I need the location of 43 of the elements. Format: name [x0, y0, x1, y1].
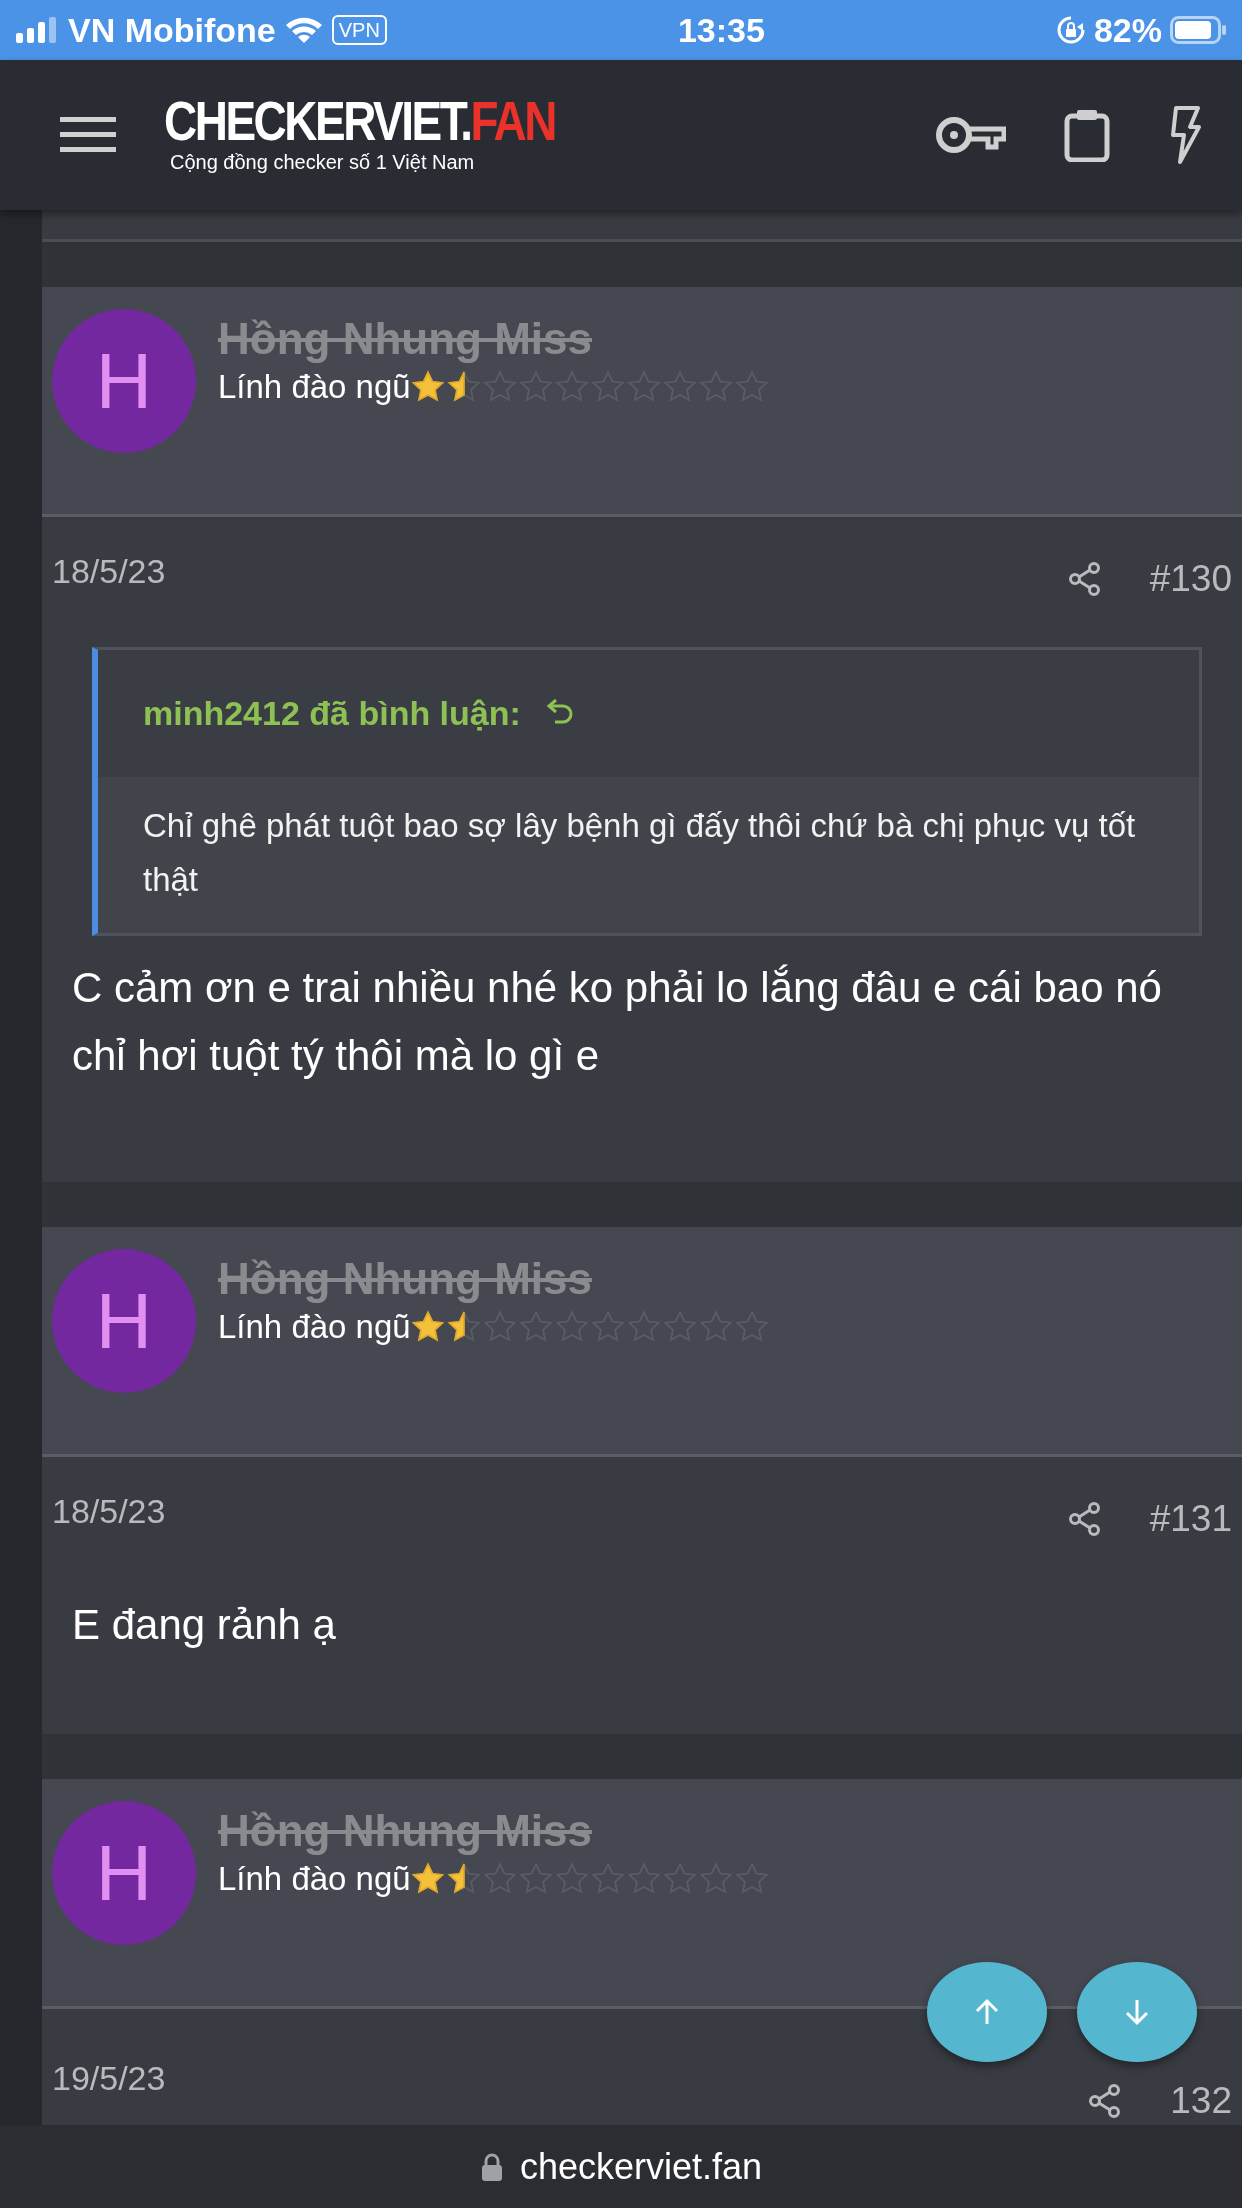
- username[interactable]: Hồng Nhung Miss: [218, 1253, 771, 1306]
- menu-button[interactable]: [60, 115, 116, 155]
- site-logo[interactable]: CHECKERVIET.FAN: [164, 93, 555, 149]
- post-date: 18/5/23: [52, 1491, 166, 1533]
- user-avatar[interactable]: H: [52, 1801, 196, 1945]
- user-rank: Lính đào ngũ: [218, 1306, 411, 1347]
- share-button[interactable]: [1067, 560, 1102, 597]
- quote-author[interactable]: minh2412 đã bình luận:: [143, 687, 521, 739]
- site-tagline: Cộng đồng checker số 1 Việt Nam: [170, 150, 476, 175]
- battery-percent: 82%: [1093, 9, 1162, 51]
- share-icon: [1067, 1500, 1102, 1537]
- vpn-badge: VPN: [331, 15, 387, 45]
- share-button[interactable]: [1067, 1500, 1102, 1537]
- url-address[interactable]: checkerviet.fan: [519, 2139, 763, 2194]
- carrier-name: VN Mobifone: [68, 9, 276, 51]
- share-button[interactable]: [1088, 2082, 1123, 2119]
- register-button[interactable]: [1064, 108, 1110, 162]
- quote-text: Chỉ ghê phát tuột bao sợ lây bệnh gì đấy thôi chứ bà chị phục vụ tốt thật: [142, 805, 1137, 900]
- user-rank: Lính đào ngũ: [218, 366, 411, 407]
- post-date: 18/5/23: [52, 551, 166, 593]
- key-icon: [934, 115, 1006, 155]
- post-text: E đang rảnh ạ: [71, 1599, 337, 1650]
- username[interactable]: Hồng Nhung Miss: [218, 1805, 771, 1858]
- post-number[interactable]: #130: [1149, 551, 1232, 607]
- clipboard-icon: [1064, 108, 1110, 162]
- post-text: C cảm ơn e trai nhiều nhé ko phải lo lắng đâu e cái bao nó chỉ hơi tuột tý thôi mà lo gì e: [71, 962, 1163, 1081]
- post-number[interactable]: #131: [1149, 1491, 1232, 1547]
- activity-button[interactable]: [1168, 105, 1202, 165]
- lightning-icon: [1168, 105, 1202, 165]
- username[interactable]: Hồng Nhung Miss: [218, 313, 771, 366]
- user-rank: Lính đào ngũ: [218, 1858, 411, 1899]
- post-date: 19/5/23: [52, 2058, 166, 2100]
- login-button[interactable]: [934, 115, 1006, 155]
- user-avatar[interactable]: H: [52, 1249, 196, 1393]
- share-icon: [1067, 560, 1102, 597]
- lock-icon: [479, 2151, 504, 2182]
- post-number[interactable]: 132: [1170, 2073, 1232, 2125]
- share-icon: [1088, 2082, 1123, 2119]
- menu-icon: [60, 115, 116, 155]
- rotation-lock-icon: [1055, 15, 1086, 45]
- status-time: 13:35: [677, 9, 765, 51]
- battery-icon: [1170, 16, 1226, 44]
- user-avatar[interactable]: H: [52, 309, 196, 453]
